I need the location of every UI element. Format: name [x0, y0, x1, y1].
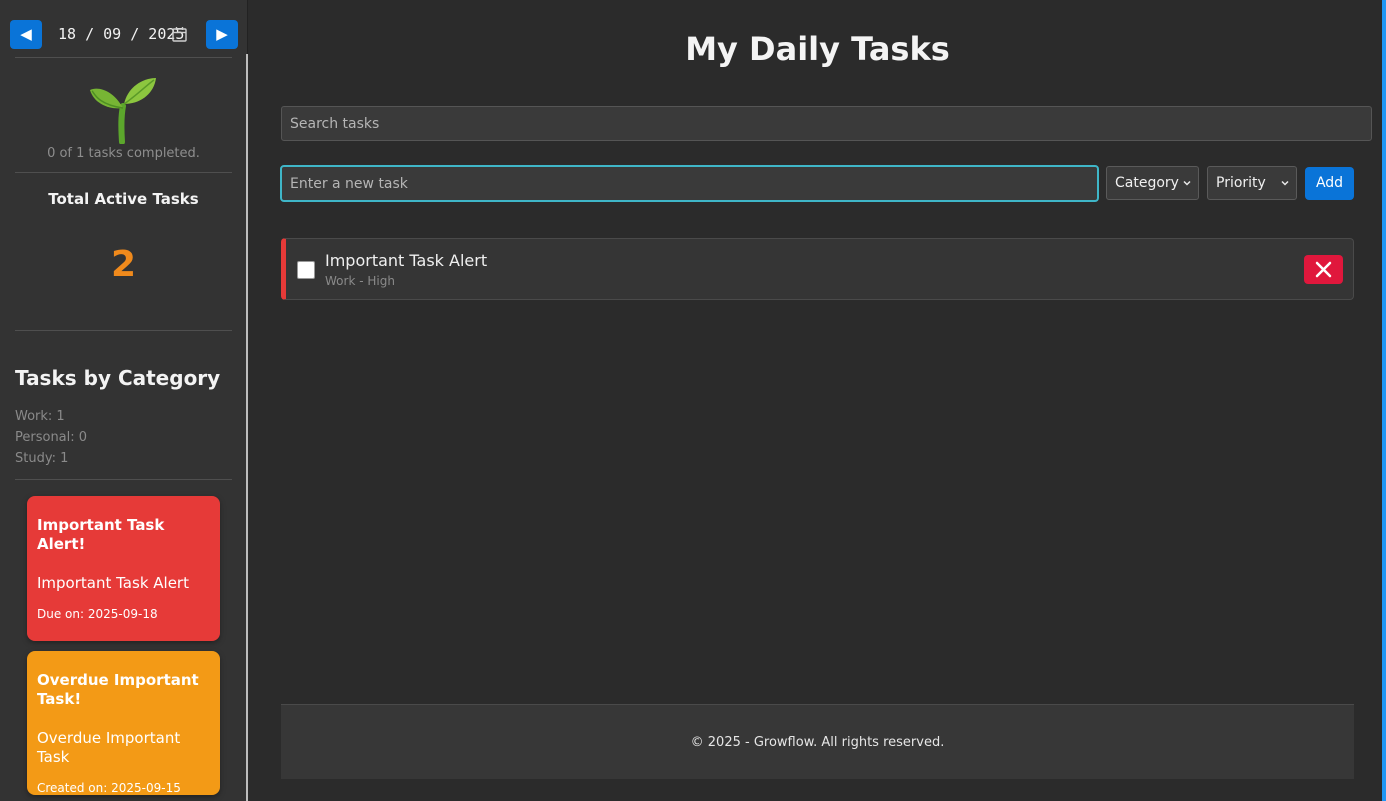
new-task-input[interactable]: [280, 165, 1099, 202]
close-icon: [1315, 261, 1332, 278]
priority-select-value: Priority: [1216, 175, 1266, 191]
alert-heading: Important Task Alert!: [37, 516, 165, 553]
footer-text: © 2025 - Growflow. All rights reserved.: [690, 735, 945, 750]
page-title: My Daily Tasks: [685, 30, 950, 68]
previous-day-button[interactable]: ◀: [10, 20, 42, 49]
alert-task-name: Important Task Alert: [37, 574, 189, 592]
task-meta: Work - High: [325, 274, 395, 288]
alert-heading: Overdue Important Task!: [37, 671, 199, 708]
category-select[interactable]: Category: [1106, 166, 1199, 200]
category-count-work: Work: 1: [15, 409, 65, 424]
chevron-down-icon: [1281, 180, 1289, 186]
divider: [15, 479, 232, 480]
search-input[interactable]: [281, 106, 1372, 141]
total-active-tasks-title: Total Active Tasks: [48, 190, 199, 208]
progress-text: 0 of 1 tasks completed.: [47, 146, 200, 161]
overdue-task-alert-card: Overdue Important Task! Overdue Importan…: [27, 651, 220, 795]
next-day-button[interactable]: ▶: [206, 20, 238, 49]
task-complete-checkbox[interactable]: [297, 261, 315, 279]
sidebar-scrollbar[interactable]: [246, 54, 248, 801]
sprout-icon: [90, 78, 156, 144]
window-edge: [1382, 0, 1386, 801]
chevron-down-icon: [1183, 180, 1191, 186]
calendar-icon[interactable]: [172, 26, 187, 42]
tasks-by-category-title: Tasks by Category: [15, 366, 221, 390]
alert-task-name: Overdue Important Task: [37, 729, 181, 766]
delete-task-button[interactable]: [1304, 255, 1343, 284]
add-task-button[interactable]: Add: [1305, 167, 1354, 200]
divider: [15, 330, 232, 331]
task-title: Important Task Alert: [325, 251, 488, 270]
alert-date: Due on: 2025-09-18: [37, 607, 158, 621]
sidebar: ◀ 18 / 09 / 2025 ▶ 0 of 1 tasks complete…: [0, 0, 248, 801]
category-select-value: Category: [1115, 175, 1179, 191]
footer: © 2025 - Growflow. All rights reserved.: [281, 704, 1354, 779]
important-task-alert-card: Important Task Alert! Important Task Ale…: [27, 496, 220, 641]
date-input[interactable]: 18 / 09 / 2025: [58, 20, 184, 49]
task-item: Important Task Alert Work - High: [281, 238, 1354, 300]
category-count-study: Study: 1: [15, 451, 69, 466]
priority-select[interactable]: Priority: [1207, 166, 1297, 200]
total-active-tasks-count: 2: [110, 244, 137, 285]
divider: [15, 57, 232, 58]
divider: [15, 172, 232, 173]
date-navigator: ◀ 18 / 09 / 2025 ▶: [10, 20, 238, 49]
alert-date: Created on: 2025-09-15: [37, 781, 181, 795]
category-count-personal: Personal: 0: [15, 430, 88, 445]
